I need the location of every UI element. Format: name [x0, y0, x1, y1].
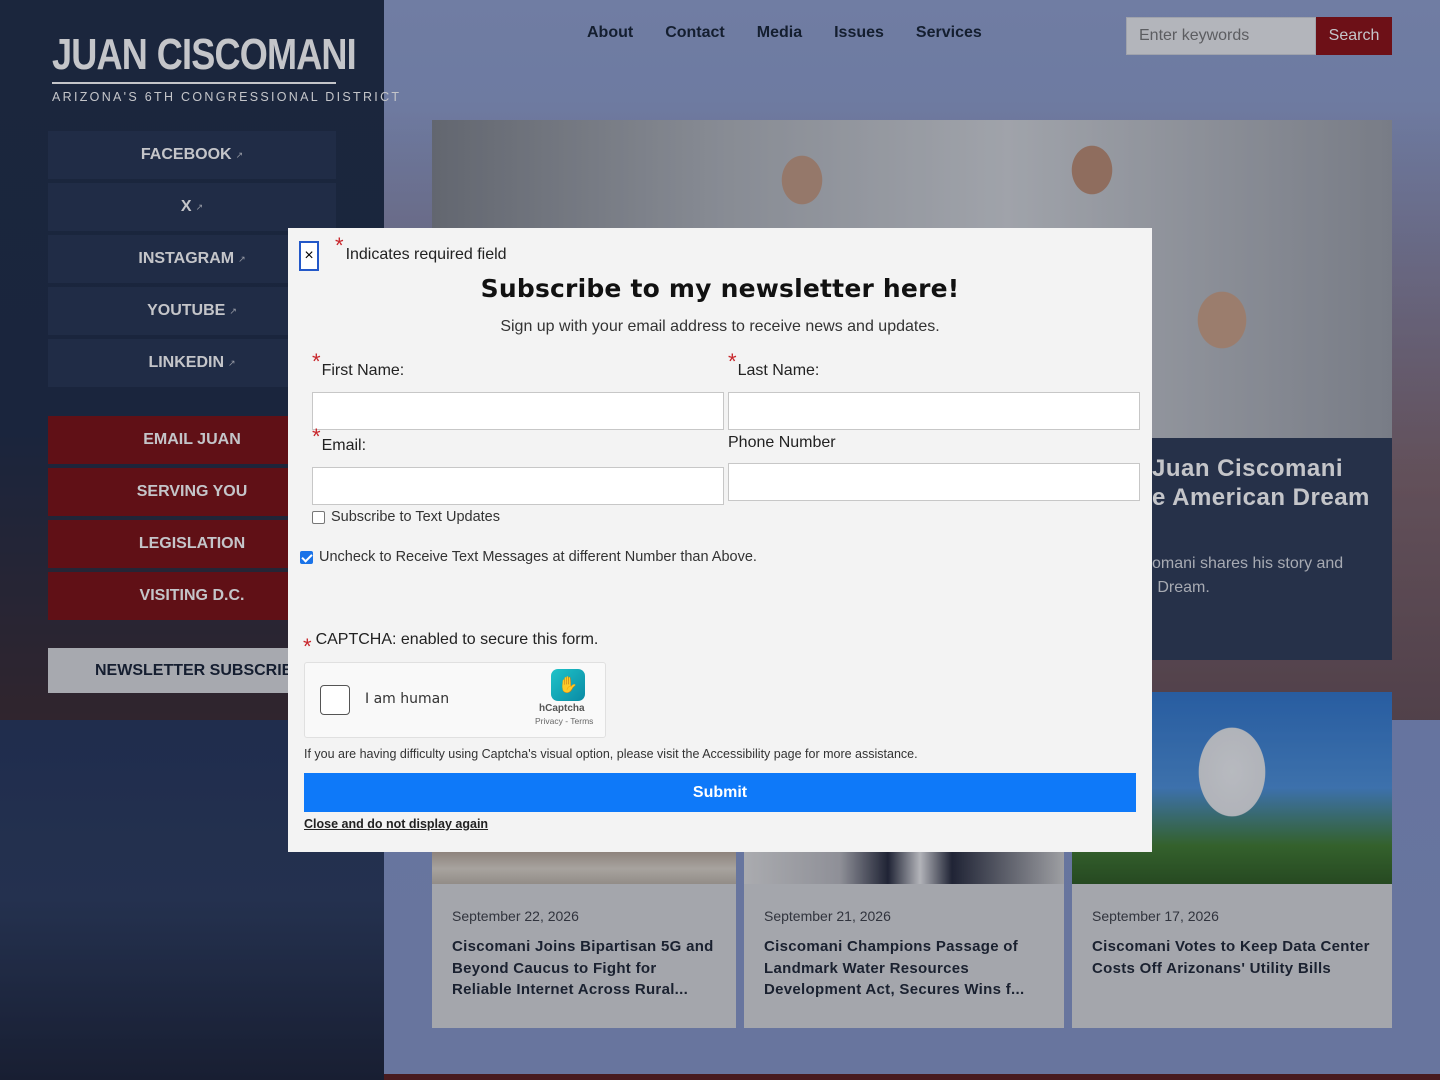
- required-field-note: * Indicates required field: [335, 233, 507, 264]
- text-updates-checkbox[interactable]: [312, 510, 325, 524]
- first-name-label-text: First Name:: [321, 362, 405, 379]
- last-name-input[interactable]: [728, 392, 1140, 430]
- hcaptcha-logo-icon: ✋: [551, 669, 585, 701]
- hcaptcha-widget: I am human ✋ hCaptcha Privacy - Terms: [304, 662, 606, 738]
- close-do-not-display-link[interactable]: Close and do not display again: [304, 817, 488, 831]
- uncheck-label: Uncheck to Receive Text Messages at diff…: [319, 549, 757, 565]
- required-star-icon: *: [303, 634, 312, 659]
- required-star-icon: *: [728, 349, 737, 374]
- email-label: * Email:: [312, 424, 367, 455]
- email-field[interactable]: [312, 467, 724, 505]
- close-icon[interactable]: ×: [299, 241, 319, 271]
- phone-label: Phone Number: [728, 426, 836, 452]
- captcha-help-text: If you are having difficulty using Captc…: [304, 747, 918, 761]
- captcha-label-text: CAPTCHA: enabled to secure this form.: [315, 631, 599, 648]
- newsletter-modal: × * Indicates required field Subscribe t…: [288, 228, 1152, 852]
- required-star-icon: *: [312, 349, 321, 374]
- captcha-label: * CAPTCHA: enabled to secure this form.: [303, 631, 599, 659]
- hcaptcha-links[interactable]: Privacy - Terms: [535, 716, 593, 726]
- captcha-checkbox[interactable]: [320, 685, 350, 715]
- email-label-text: Email:: [321, 437, 367, 454]
- hcaptcha-name: hCaptcha: [539, 703, 585, 714]
- text-updates-option[interactable]: Subscribe to Text Updates: [312, 509, 500, 525]
- submit-button[interactable]: Submit: [304, 773, 1136, 812]
- captcha-text: I am human: [365, 691, 450, 707]
- modal-title: Subscribe to my newsletter here!: [480, 274, 960, 303]
- text-updates-label: Subscribe to Text Updates: [331, 509, 500, 525]
- required-note-text: Indicates required field: [345, 246, 507, 263]
- last-name-label: * Last Name:: [728, 349, 820, 380]
- last-name-label-text: Last Name:: [737, 362, 820, 379]
- uncheck-checkbox[interactable]: [300, 550, 313, 564]
- required-star-icon: *: [335, 233, 344, 258]
- first-name-input[interactable]: [312, 392, 724, 430]
- first-name-label: * First Name:: [312, 349, 405, 380]
- phone-field[interactable]: [728, 463, 1140, 501]
- uncheck-option[interactable]: Uncheck to Receive Text Messages at diff…: [300, 549, 757, 565]
- required-star-icon: *: [312, 424, 321, 449]
- phone-label-text: Phone Number: [728, 434, 836, 451]
- modal-subtitle: Sign up with your email address to recei…: [500, 318, 940, 335]
